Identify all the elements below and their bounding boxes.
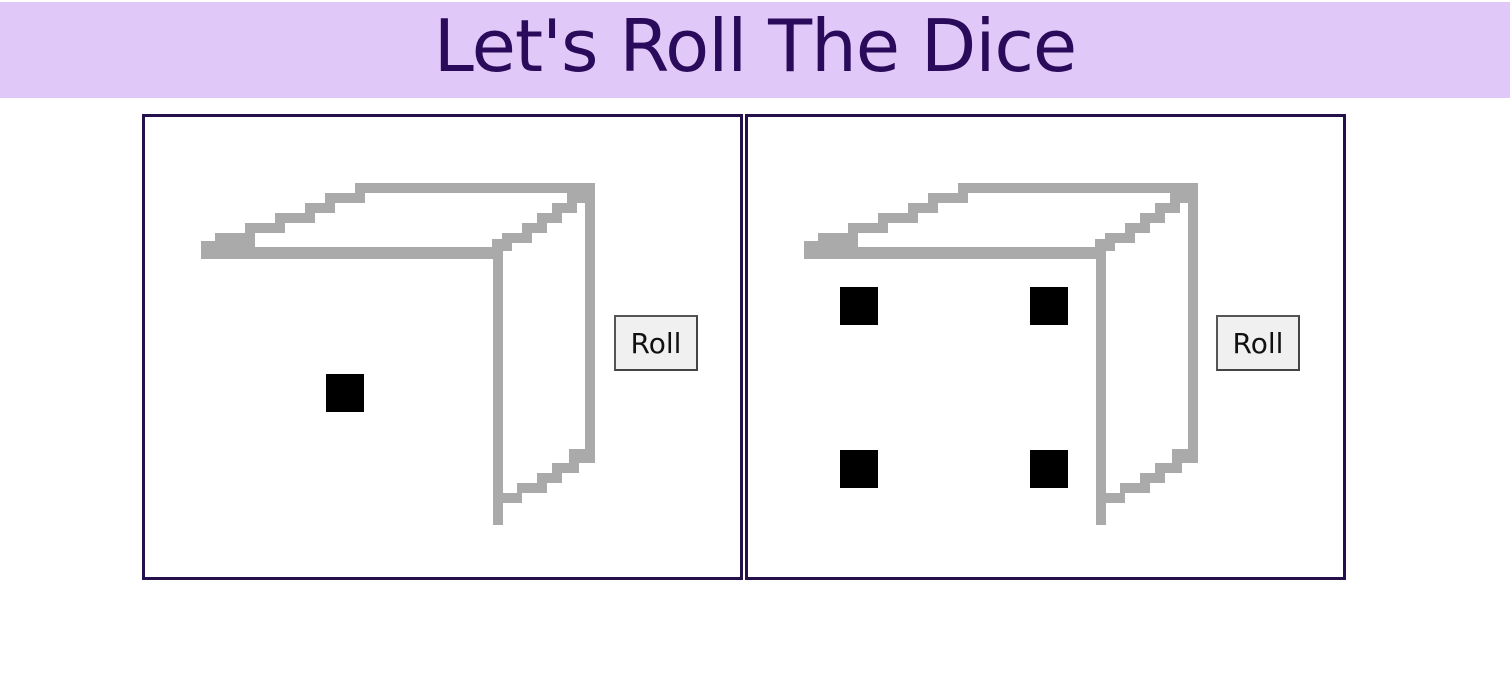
page-header: Let's Roll The Dice	[0, 2, 1510, 98]
roll-button-2[interactable]: Roll	[1216, 315, 1300, 371]
pip	[1030, 287, 1068, 325]
pip	[326, 374, 364, 412]
roll-button-1[interactable]: Roll	[614, 315, 698, 371]
die-panel-2: Roll	[745, 114, 1346, 580]
pip	[840, 287, 878, 325]
dice-board: Roll Roll	[142, 114, 1346, 580]
pip	[1030, 450, 1068, 488]
die-pips	[326, 374, 364, 412]
die-pips	[840, 287, 1068, 488]
pip	[840, 450, 878, 488]
die-outline	[201, 183, 595, 525]
page-title: Let's Roll The Dice	[433, 4, 1077, 88]
die-1-icon	[201, 183, 595, 525]
die-2-icon	[804, 183, 1198, 525]
die-panel-1: Roll	[142, 114, 743, 580]
